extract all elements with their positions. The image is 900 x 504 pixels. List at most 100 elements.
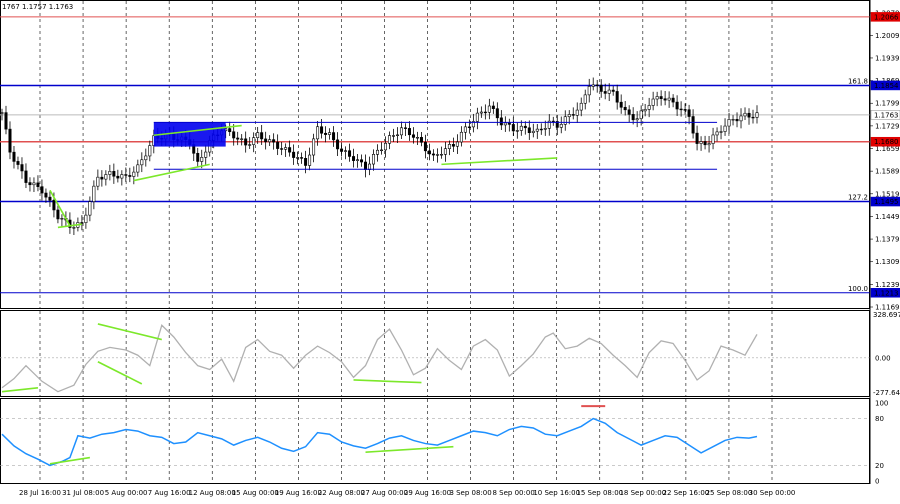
candle-body — [579, 102, 583, 111]
x-tick-label: 15 Sep 08:00 — [576, 489, 623, 497]
candle-body — [324, 132, 328, 135]
candle-body — [735, 119, 739, 122]
candle-body — [72, 227, 76, 229]
candle-body — [631, 114, 635, 121]
candle-body — [447, 144, 451, 149]
candle-body — [495, 108, 499, 119]
candle-body — [523, 125, 527, 129]
candle-body — [603, 91, 607, 94]
candle-body — [535, 128, 539, 132]
candle-body — [80, 222, 84, 224]
candle-body — [507, 122, 511, 125]
candle-body — [615, 91, 619, 103]
candle-body — [32, 182, 36, 186]
candle-body — [475, 112, 479, 122]
fib-level-label: 127.2 — [848, 194, 868, 202]
candle-body — [659, 96, 663, 100]
candle-body — [719, 131, 723, 133]
candle-body — [28, 182, 32, 186]
candle-body — [268, 139, 272, 143]
candle-body — [679, 108, 683, 111]
price-tag-label: 1.1213 — [874, 289, 899, 297]
candle-body — [56, 209, 60, 220]
rsi-y-tick-label: 80 — [875, 415, 884, 423]
x-tick-label: 12 Aug 08:00 — [189, 489, 236, 497]
trading-chart: 161.8 127.2 100.0 28 Jul 16:00 31 Jul 08:00… — [0, 0, 900, 500]
candle-body — [356, 159, 360, 161]
x-tick-label: 19 Aug 16:00 — [275, 489, 322, 497]
candle-body — [623, 106, 627, 111]
candle-body — [499, 117, 503, 126]
x-tick-label: 5 Aug 00:00 — [105, 489, 148, 497]
candle-body — [667, 97, 671, 101]
price-y-tick-label: 1.1239 — [875, 281, 900, 289]
candle-body — [92, 185, 96, 202]
candle-body — [40, 186, 44, 194]
candle-body — [419, 137, 423, 143]
candle-body — [296, 157, 300, 159]
candle-body — [567, 114, 571, 118]
candle-body — [655, 96, 659, 100]
candle-body — [292, 151, 296, 158]
candle-body — [0, 112, 4, 114]
price-y-tick-label: 1.1309 — [875, 258, 900, 266]
candle-body — [144, 155, 148, 161]
candle-body — [96, 176, 100, 187]
candle-body — [395, 134, 399, 136]
candle-body — [483, 111, 487, 114]
candle-body — [272, 139, 276, 143]
candle-body — [519, 125, 523, 131]
candle-body — [423, 142, 427, 152]
candle-body — [739, 115, 743, 122]
candle-body — [316, 126, 320, 140]
candle-body — [531, 130, 535, 134]
candle-body — [743, 112, 747, 117]
rsi-y-tick-label: 0 — [875, 478, 879, 486]
candle-body — [88, 201, 92, 216]
candle-body — [415, 137, 419, 139]
candle-body — [443, 148, 447, 155]
candle-body — [116, 175, 120, 179]
candle-body — [755, 112, 759, 118]
chart-canvas: 161.8 127.2 100.0 28 Jul 16:00 31 Jul 08:00… — [0, 0, 900, 500]
candle-body — [244, 138, 248, 146]
candle-body — [439, 154, 443, 156]
candle-body — [383, 142, 387, 151]
x-tick-label: 3 Sep 08:00 — [449, 489, 491, 497]
candle-body — [399, 127, 403, 136]
ohlc-readout: 1767 1.1757 1.1763 — [2, 3, 73, 11]
candle-body — [60, 218, 64, 220]
candle-body — [112, 171, 116, 177]
candle-body — [635, 118, 639, 121]
candle-body — [491, 105, 495, 109]
candle-body — [695, 132, 699, 144]
candle-body — [148, 145, 152, 157]
candle-body — [751, 116, 755, 119]
candle-body — [36, 182, 40, 187]
candle-body — [435, 154, 439, 156]
candle-body — [663, 98, 667, 101]
x-tick-label: 29 Aug 16:00 — [404, 489, 451, 497]
fib-level-label: 161.8 — [848, 77, 868, 85]
candle-body — [16, 161, 20, 165]
candle-body — [24, 170, 28, 183]
candle-body — [427, 150, 431, 155]
candle-body — [595, 84, 599, 86]
candle-body — [571, 114, 575, 116]
price-y-tick-label: 1.1449 — [875, 213, 900, 221]
x-tick-label: 8 Sep 00:00 — [493, 489, 535, 497]
candle-body — [4, 112, 8, 130]
price-y-tick-label: 1.1379 — [875, 236, 900, 244]
candle-body — [300, 157, 304, 159]
candle-body — [100, 176, 104, 180]
candle-body — [611, 89, 615, 92]
candle-body — [12, 151, 16, 162]
price-y-tick-label: 1.1799 — [875, 100, 900, 108]
price-y-tick-label: 1.1729 — [875, 122, 900, 130]
cci-y-tick-label: 328.6976 — [873, 311, 900, 319]
candle-body — [288, 147, 292, 153]
candle-body — [455, 141, 459, 147]
price-tag-label: 1.2066 — [874, 13, 899, 21]
candle-body — [120, 174, 124, 179]
candle-body — [591, 84, 595, 87]
